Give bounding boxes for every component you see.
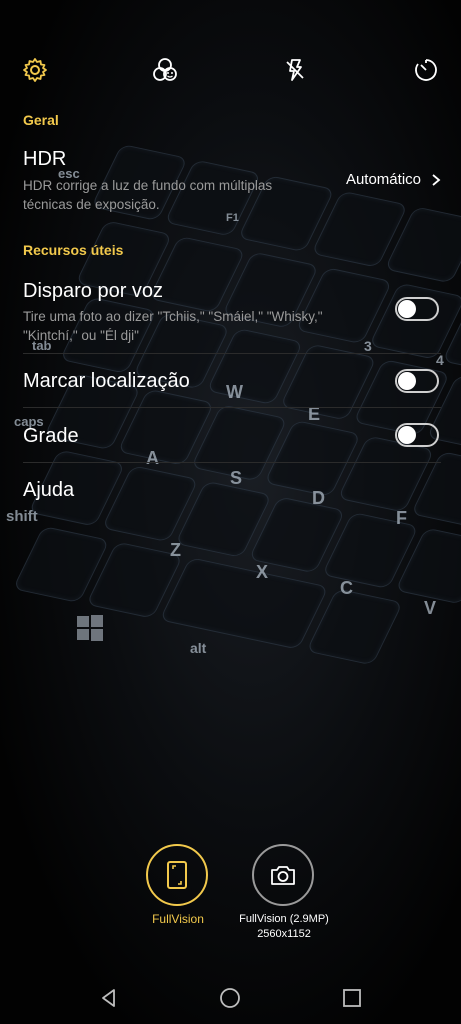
key-label: C	[340, 578, 353, 598]
key-label: alt	[190, 640, 207, 656]
toggle-knob	[398, 426, 416, 444]
key-label: F1	[226, 212, 239, 224]
camera-top-bar	[0, 52, 461, 92]
key-label: F	[396, 508, 407, 528]
resolution-fullvision-2-9mp-label: FullVision (2.9MP) 2560x1152	[232, 912, 336, 942]
voice-shutter-description-line2: "Kintchí," ou "Él dji"	[23, 328, 139, 343]
key-label: 4	[436, 352, 444, 368]
hdr-value-selector[interactable]: Automático	[346, 171, 441, 188]
voice-shutter-toggle[interactable]	[395, 297, 439, 321]
settings-gear-icon[interactable]	[17, 52, 53, 88]
toggle-knob	[398, 372, 416, 390]
timer-icon[interactable]	[408, 52, 444, 88]
filters-icon[interactable]	[147, 52, 183, 88]
recents-icon[interactable]	[338, 984, 366, 1012]
location-tag-toggle[interactable]	[395, 369, 439, 393]
resolution-fullvision-2-9mp-button[interactable]	[252, 844, 314, 906]
camera-preview-background: esc tab caps shift W E A S D F Z X C V a…	[0, 0, 461, 1024]
divider	[23, 407, 441, 408]
grid-toggle[interactable]	[395, 423, 439, 447]
key-label: A	[146, 448, 159, 468]
key-label: shift	[6, 508, 38, 525]
key-label: 3	[364, 338, 372, 354]
grid-title: Grade	[23, 425, 79, 447]
resolution-size: 2560x1152	[257, 928, 311, 940]
windows-logo-icon	[77, 615, 103, 641]
section-title-resources: Recursos úteis	[23, 242, 124, 258]
voice-shutter-title: Disparo por voz	[23, 280, 164, 302]
key-label: X	[256, 562, 269, 582]
divider	[23, 462, 441, 463]
flash-off-icon[interactable]	[277, 52, 313, 88]
key-label: S	[230, 468, 243, 488]
hdr-value: Automático	[345, 171, 421, 188]
hdr-title: HDR	[23, 148, 67, 170]
key-label: W	[226, 382, 243, 402]
resolution-fullvision-button[interactable]	[146, 844, 208, 906]
key-label: V	[424, 598, 437, 618]
hdr-description-line2: técnicas de exposição.	[23, 197, 160, 212]
toggle-knob	[398, 300, 416, 318]
section-title-general: Geral	[23, 112, 59, 128]
back-icon[interactable]	[95, 984, 123, 1012]
hdr-description-line1: HDR corrige a luz de fundo com múltiplas	[23, 178, 273, 193]
key-label: D	[312, 488, 325, 508]
home-icon[interactable]	[216, 984, 244, 1012]
help-title: Ajuda	[23, 479, 75, 501]
fullvision-aspect-icon	[167, 861, 187, 889]
chevron-right-icon	[432, 173, 441, 186]
system-navigation-bar	[0, 976, 461, 1020]
location-tag-title: Marcar localização	[23, 370, 190, 392]
resolution-fullvision-label: FullVision	[152, 912, 204, 926]
key-label: Z	[170, 540, 181, 560]
voice-shutter-description-line1: Tire uma foto ao dizer "Tchiis," "Smáiel…	[23, 309, 323, 324]
divider	[23, 353, 441, 354]
camera-icon	[271, 866, 295, 885]
resolution-name: FullVision (2.9MP)	[239, 913, 329, 925]
